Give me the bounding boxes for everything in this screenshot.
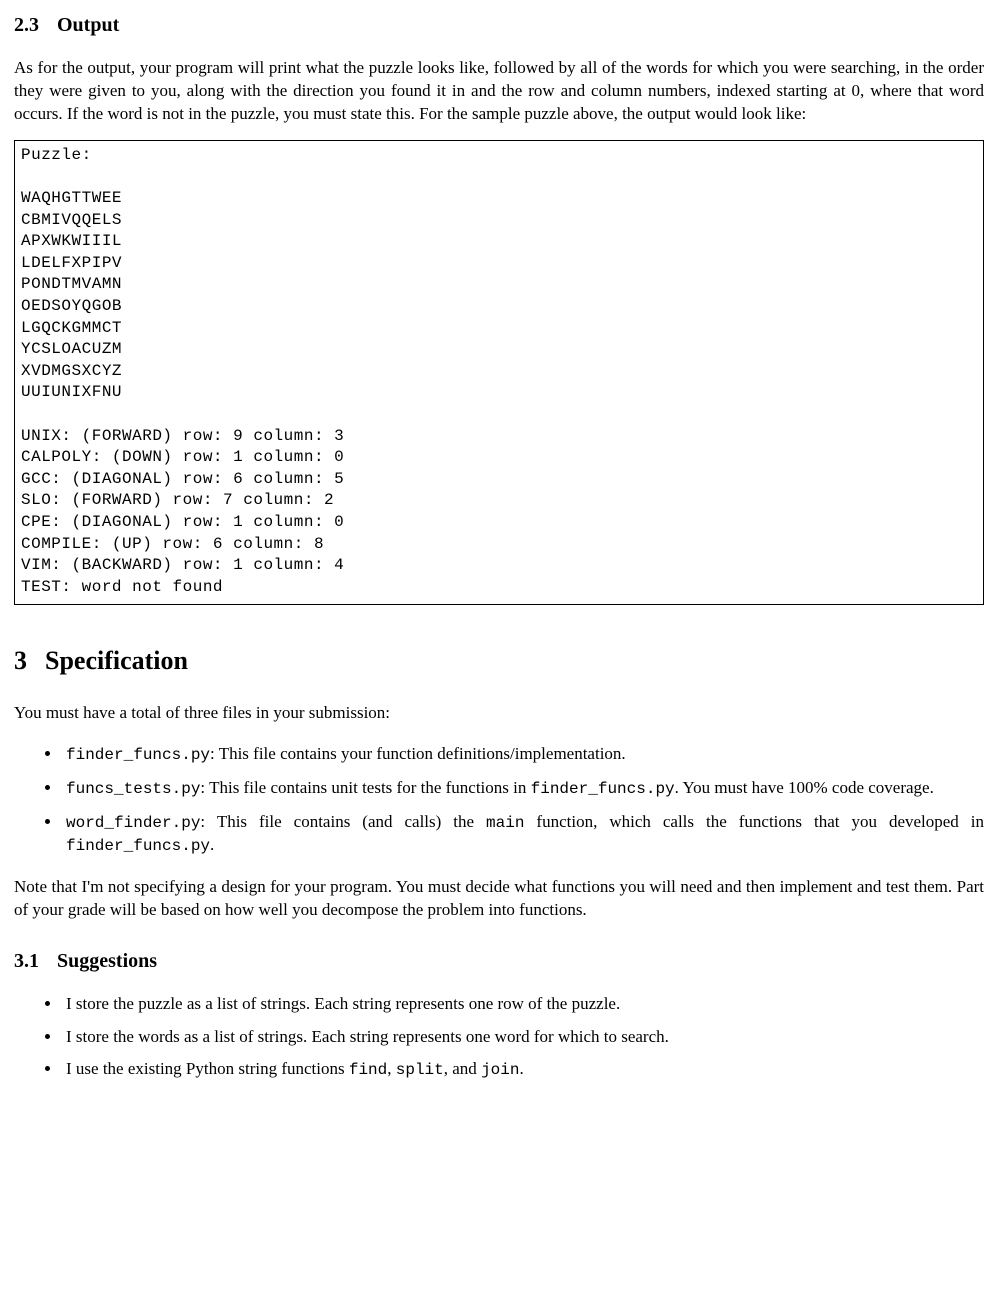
- output-description-paragraph: As for the output, your program will pri…: [14, 57, 984, 126]
- function-name-code: find: [349, 1061, 387, 1079]
- function-name-code: split: [396, 1061, 444, 1079]
- filename-code: word_finder.py: [66, 814, 200, 832]
- list-item: funcs_tests.py: This file contains unit …: [62, 777, 984, 801]
- subsection-number: 3.1: [14, 950, 39, 972]
- suggestion-text: , and: [444, 1059, 481, 1078]
- filename-code: funcs_tests.py: [66, 780, 200, 798]
- subsection-3-1-heading: 3.1 Suggestions: [14, 948, 984, 975]
- file-description: : This file contains (and calls) the: [200, 812, 486, 831]
- function-name-code: join: [481, 1061, 519, 1079]
- suggestion-text: I use the existing Python string functio…: [66, 1059, 349, 1078]
- subsection-2-3-heading: 2.3 Output: [14, 12, 984, 39]
- file-list: finder_funcs.py: This file contains your…: [14, 743, 984, 857]
- filename-code: finder_funcs.py: [531, 780, 675, 798]
- suggestion-text: ,: [387, 1059, 396, 1078]
- subsection-number: 2.3: [14, 14, 39, 36]
- filename-code: finder_funcs.py: [66, 746, 210, 764]
- design-note-paragraph: Note that I'm not specifying a design fo…: [14, 876, 984, 922]
- file-description: function, which calls the functions that…: [524, 812, 984, 831]
- filename-code: finder_funcs.py: [66, 837, 210, 855]
- subsection-title: Output: [57, 14, 119, 36]
- function-name-code: main: [486, 814, 524, 832]
- file-description: : This file contains your function defin…: [210, 744, 626, 763]
- section-title: Specification: [45, 646, 188, 675]
- subsection-title: Suggestions: [57, 950, 157, 972]
- list-item: finder_funcs.py: This file contains your…: [62, 743, 984, 767]
- file-description: : This file contains unit tests for the …: [200, 778, 530, 797]
- list-item: I store the words as a list of strings. …: [62, 1026, 984, 1049]
- list-item: I store the puzzle as a list of strings.…: [62, 993, 984, 1016]
- file-description: . You must have 100% code coverage.: [675, 778, 934, 797]
- section-3-heading: 3 Specification: [14, 643, 984, 678]
- list-item: I use the existing Python string functio…: [62, 1058, 984, 1082]
- spec-intro-paragraph: You must have a total of three files in …: [14, 702, 984, 725]
- file-description: .: [210, 835, 214, 854]
- suggestions-list: I store the puzzle as a list of strings.…: [14, 993, 984, 1082]
- section-number: 3: [14, 646, 27, 675]
- list-item: word_finder.py: This file contains (and …: [62, 811, 984, 858]
- suggestion-text: .: [519, 1059, 523, 1078]
- sample-output-codebox: Puzzle: WAQHGTTWEE CBMIVQQELS APXWKWIIIL…: [14, 140, 984, 605]
